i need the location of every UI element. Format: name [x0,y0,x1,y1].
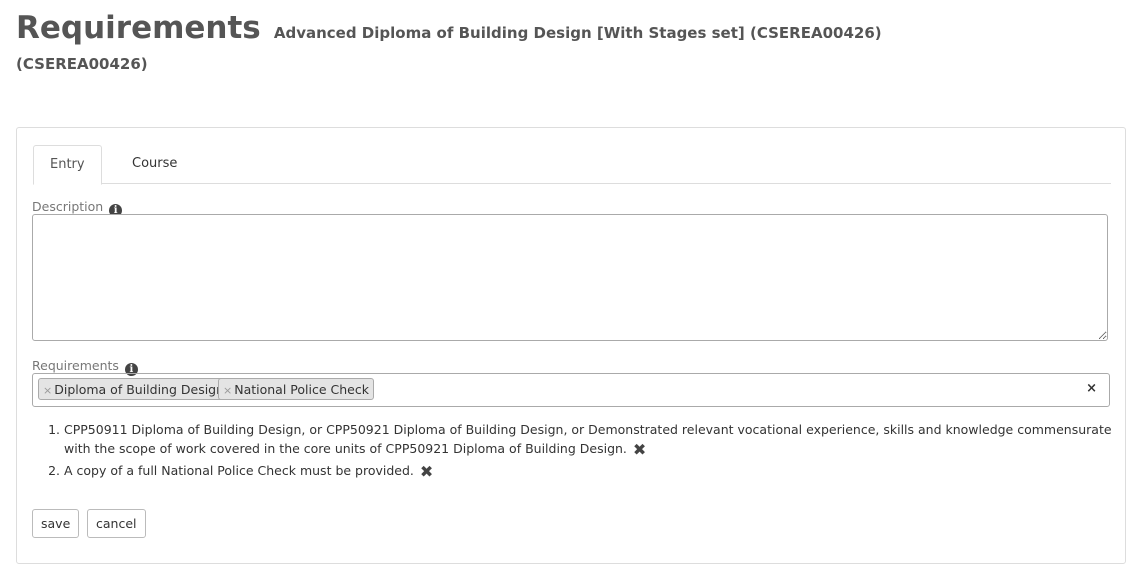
chip-remove-icon[interactable]: × [43,384,52,397]
tab-bar: Entry Course [33,145,1111,185]
save-button[interactable]: save [32,509,80,538]
course-code: (CSEREA00426) [16,55,148,73]
clear-all-icon[interactable]: × [1086,381,1097,396]
chip-label: Diploma of Building Design [54,382,225,397]
list-item: A copy of a full National Police Check m… [64,461,1126,481]
list-item: CPP50911 Diploma of Building Design, or … [64,420,1126,459]
requirements-multiselect[interactable]: × Diploma of Building Design × National Po… [32,373,1110,407]
cancel-button[interactable]: cancel [87,509,146,538]
requirements-list: CPP50911 Diploma of Building Design, or … [47,420,1126,483]
page-header: Requirements Advanced Diploma of Buildin… [16,8,1126,73]
description-textarea[interactable] [32,214,1108,341]
requirements-panel: Entry Course Description i Requirements … [16,127,1126,564]
chip-remove-icon[interactable]: × [223,384,232,397]
tab-entry[interactable]: Entry [33,145,102,185]
chip-label: National Police Check [234,382,369,397]
heavy-x-icon[interactable]: ✖ [633,440,646,459]
heavy-x-icon[interactable]: ✖ [420,462,433,481]
page-subtitle: Advanced Diploma of Building Design [Wit… [273,24,882,42]
page-title: Requirements [16,10,261,46]
tab-course[interactable]: Course [116,145,193,183]
requirement-chip: × Diploma of Building Design [38,378,230,400]
requirement-chip: × National Police Check [218,378,374,400]
